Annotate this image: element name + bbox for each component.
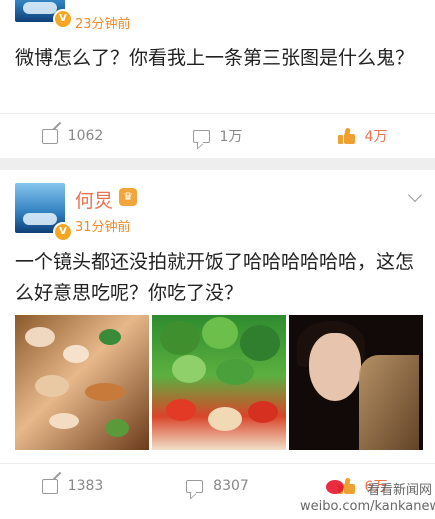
- photo-woman-portrait[interactable]: [289, 315, 423, 450]
- comment-count: 1万: [219, 129, 243, 145]
- comment-icon: [186, 479, 204, 493]
- photo-broccoli-tomato-dish[interactable]: [152, 315, 286, 450]
- username[interactable]: 何炅: [75, 186, 113, 213]
- weibo-post-1: V 23分钟前 微博怎么了？你看我上一条第三张图是什么鬼？ 1062 1万 4万: [0, 0, 435, 158]
- avatar-cloud: [23, 2, 57, 14]
- avatar-cloud: [23, 213, 57, 225]
- chevron-down-icon[interactable]: [407, 187, 423, 203]
- verified-badge-icon: V: [53, 222, 73, 242]
- watermark-source: 看看新闻网: [366, 483, 432, 498]
- member-crown-icon[interactable]: ♛: [119, 188, 137, 206]
- comment-icon: [192, 129, 210, 143]
- post-text: 微博怎么了？你看我上一条第三张图是什么鬼？: [15, 47, 415, 69]
- action-bar: 1062 1万 4万: [0, 113, 435, 158]
- post-time[interactable]: 31分钟前: [75, 216, 131, 235]
- woman-collar: [359, 355, 419, 450]
- repost-button[interactable]: 1062: [0, 114, 145, 158]
- repost-icon: [41, 478, 58, 494]
- repost-icon: [41, 128, 58, 144]
- photo-seafood-dish[interactable]: [15, 315, 149, 450]
- repost-button[interactable]: 1383: [0, 464, 145, 508]
- watermark-url: weibo.com/kankanews: [300, 499, 435, 514]
- comment-count: 8307: [213, 478, 249, 494]
- woman-face: [309, 333, 361, 401]
- watermark: 看看新闻网 weibo.com/kankanews: [300, 480, 435, 515]
- like-count: 4万: [364, 129, 388, 145]
- comment-button[interactable]: 8307: [145, 464, 290, 508]
- post-time[interactable]: 23分钟前: [75, 13, 131, 32]
- like-button[interactable]: 4万: [290, 114, 435, 158]
- comment-button[interactable]: 1万: [145, 114, 290, 158]
- thumbs-up-icon: [337, 127, 355, 144]
- weibo-post-2: V 何炅 ♛ 31分钟前 一个镜头都还没拍就开饭了哈哈哈哈哈哈，这怎么好意思吃呢…: [0, 170, 435, 519]
- repost-count: 1062: [67, 128, 104, 144]
- repost-count: 1383: [67, 478, 104, 494]
- weibo-logo-icon: [326, 480, 344, 494]
- post-text: 一个镜头都还没拍就开饭了哈哈哈哈哈哈，这怎么好意思吃呢？你吃了没？: [15, 251, 415, 304]
- verified-badge-icon: V: [53, 9, 73, 29]
